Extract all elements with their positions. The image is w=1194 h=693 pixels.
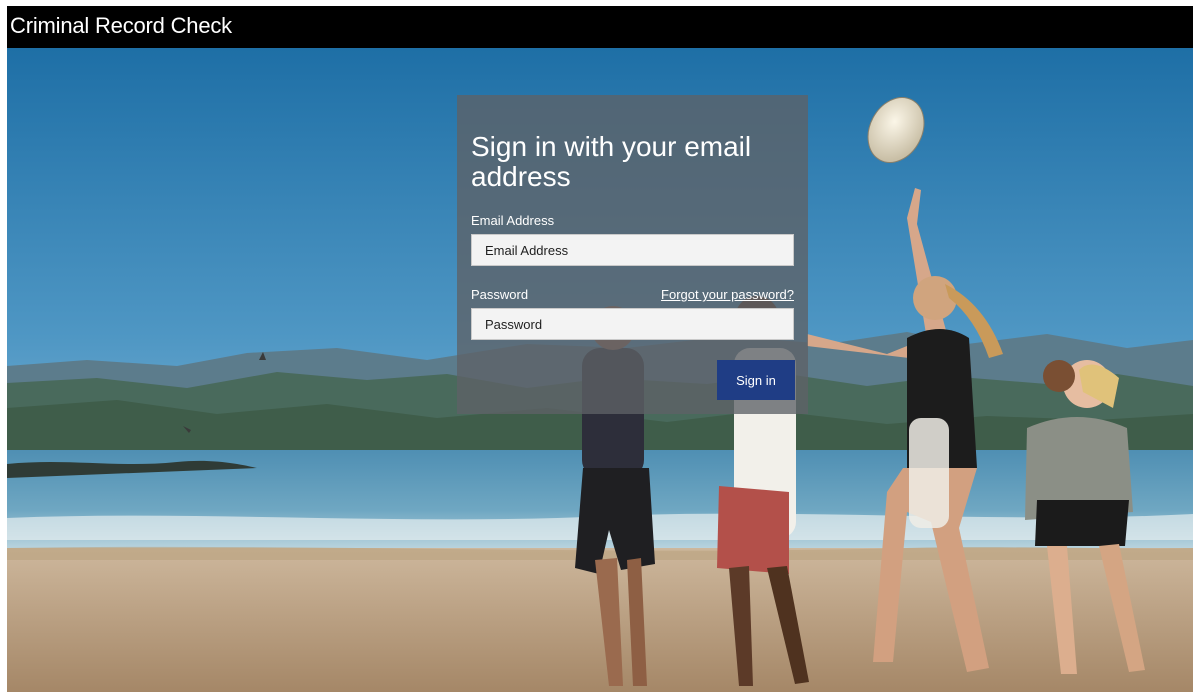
- login-heading: Sign in with your email address: [471, 131, 752, 192]
- email-input[interactable]: [471, 234, 794, 266]
- forgot-password-link[interactable]: Forgot your password?: [661, 287, 794, 302]
- app-title: Criminal Record Check: [10, 13, 232, 38]
- page-frame: Criminal Record Check Sign in with your …: [7, 6, 1193, 692]
- sign-in-button[interactable]: Sign in: [717, 360, 795, 400]
- password-input[interactable]: [471, 308, 794, 340]
- email-label: Email Address: [471, 213, 555, 228]
- password-label: Password: [471, 287, 529, 302]
- top-bar: Criminal Record Check: [7, 6, 1193, 48]
- login-panel: Sign in with your email address Email Ad…: [457, 95, 808, 414]
